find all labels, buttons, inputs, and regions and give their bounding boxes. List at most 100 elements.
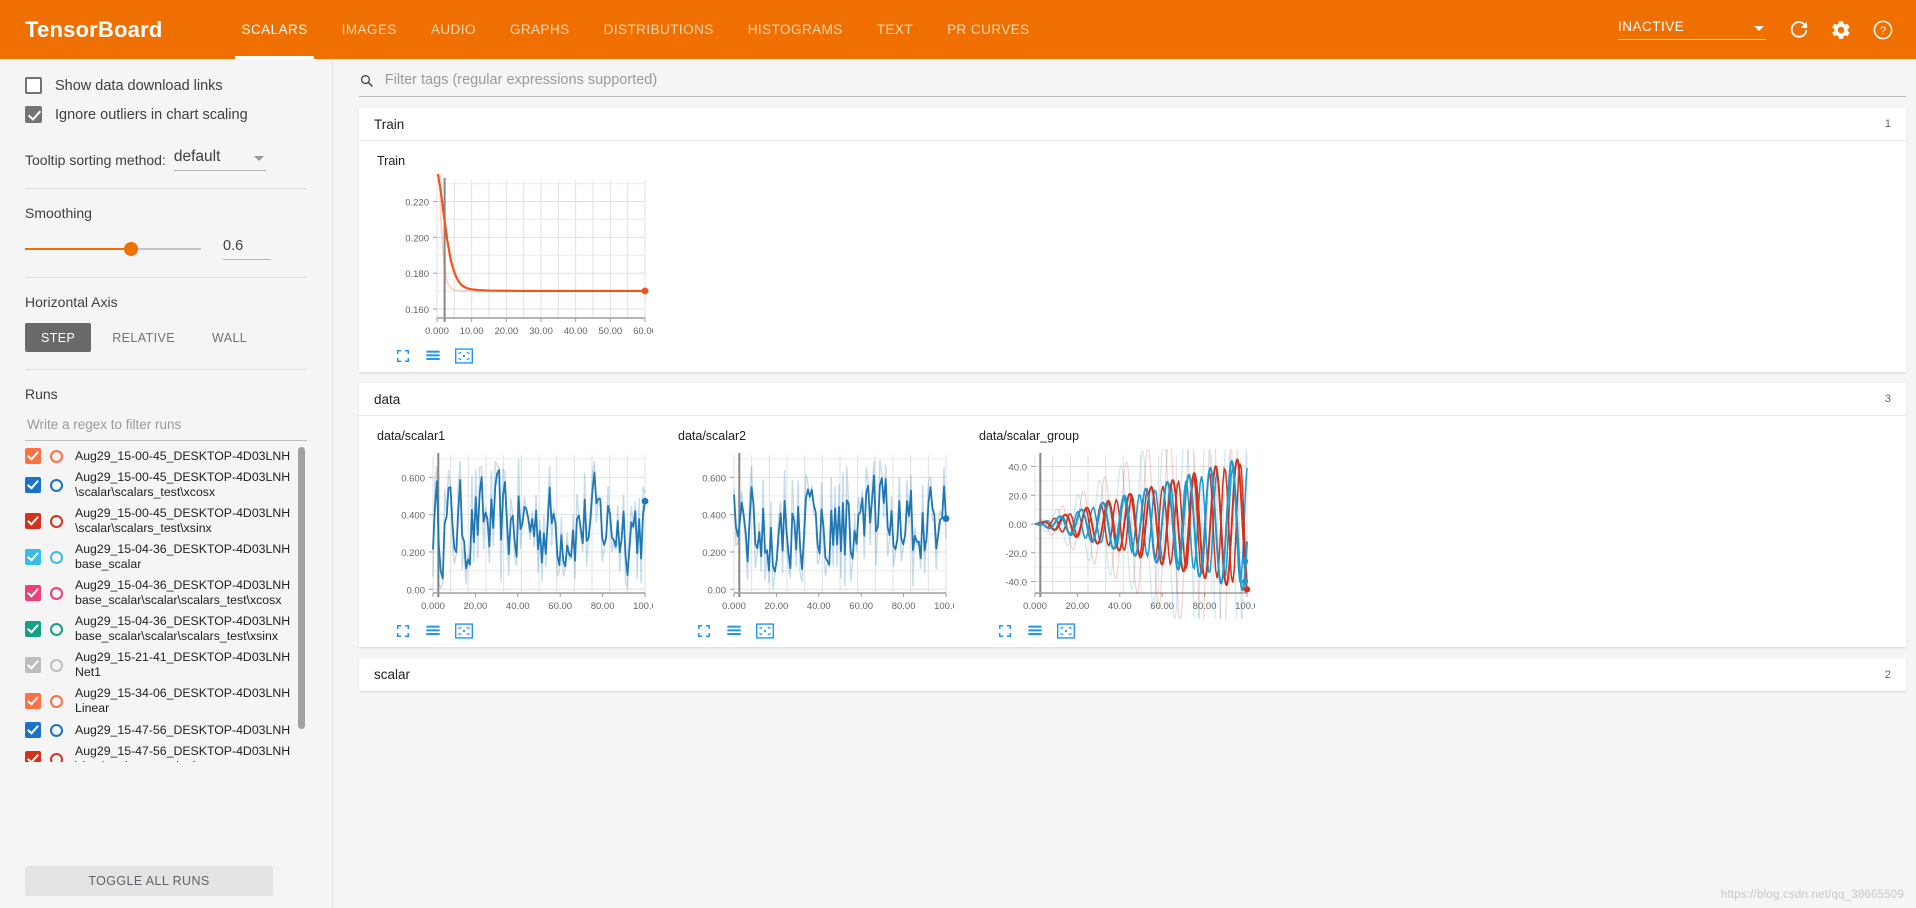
fit-domain-icon[interactable] (455, 623, 473, 639)
run-item[interactable]: Aug29_15-00-45_DESKTOP-4D03LNH\scalar\sc… (25, 467, 293, 503)
ignore-outliers-row[interactable]: Ignore outliers in chart scaling (25, 100, 307, 129)
svg-text:100.0: 100.0 (633, 601, 653, 612)
tab-text[interactable]: TEXT (860, 0, 930, 59)
show-download-links-label: Show data download links (55, 78, 223, 94)
data-series-icon[interactable] (726, 623, 742, 639)
help-button[interactable]: ? (1864, 11, 1902, 49)
run-item[interactable]: Aug29_15-47-56_DESKTOP-4D03LNH (25, 719, 293, 741)
tab-pr-curves[interactable]: PR CURVES (930, 0, 1047, 59)
svg-text:20.00: 20.00 (494, 326, 518, 337)
run-label: Aug29_15-34-06_DESKTOP-4D03LNHLinear (75, 686, 293, 716)
fit-domain-icon[interactable] (756, 623, 774, 639)
reload-button[interactable] (1780, 11, 1818, 49)
chart-title: data/scalar1 (377, 429, 655, 443)
run-checkbox[interactable] (25, 585, 41, 601)
tab-audio[interactable]: AUDIO (414, 0, 493, 59)
show-download-links-row[interactable]: Show data download links (25, 71, 307, 100)
run-item[interactable]: Aug29_15-04-36_DESKTOP-4D03LNHbase_scala… (25, 575, 293, 611)
axis-option-relative[interactable]: RELATIVE (96, 323, 191, 352)
nav-tabs: SCALARS IMAGES AUDIO GRAPHS DISTRIBUTION… (224, 0, 1046, 59)
run-checkbox[interactable] (25, 657, 41, 673)
run-checkbox[interactable] (25, 513, 41, 529)
toggle-all-runs-button[interactable]: TOGGLE ALL RUNS (25, 866, 273, 896)
run-label: Aug29_15-21-41_DESKTOP-4D03LNHNet1 (75, 650, 293, 680)
svg-text:0.600: 0.600 (702, 473, 726, 484)
tab-images[interactable]: IMAGES (325, 0, 414, 59)
fit-domain-icon[interactable] (1057, 623, 1075, 639)
run-checkbox[interactable] (25, 448, 41, 464)
svg-text:0.400: 0.400 (702, 511, 726, 522)
section-title: scalar (374, 667, 410, 682)
runs-filter-input[interactable] (25, 416, 307, 433)
run-item[interactable]: Aug29_15-34-06_DESKTOP-4D03LNHLinear (25, 683, 293, 719)
run-item[interactable]: Aug29_15-00-45_DESKTOP-4D03LNH\scalar\sc… (25, 503, 293, 539)
horizontal-axis-label: Horizontal Axis (25, 294, 307, 310)
expand-icon[interactable] (997, 623, 1013, 639)
tab-histograms[interactable]: HISTOGRAMS (731, 0, 860, 59)
run-checkbox[interactable] (25, 477, 41, 493)
section-header-train[interactable]: Train 1 (359, 108, 1906, 141)
run-item[interactable]: Aug29_15-04-36_DESKTOP-4D03LNHbase_scala… (25, 611, 293, 647)
axis-option-wall[interactable]: WALL (196, 323, 263, 352)
svg-text:?: ? (1880, 25, 1886, 37)
svg-text:40.0: 40.0 (1009, 463, 1028, 474)
svg-text:40.00: 40.00 (506, 601, 530, 612)
data-series-icon[interactable] (1027, 623, 1043, 639)
tag-filter[interactable] (359, 71, 1906, 97)
run-checkbox[interactable] (25, 621, 41, 637)
sidebar: Show data download links Ignore outliers… (0, 59, 333, 908)
smoothing-row: 0.6 (25, 238, 307, 260)
run-item[interactable]: Aug29_15-21-41_DESKTOP-4D03LNHNet1 (25, 647, 293, 683)
runs-filter[interactable] (25, 416, 307, 441)
run-status-dropdown[interactable]: INACTIVE (1618, 19, 1766, 40)
chart-plot-scalar1[interactable]: 0.6000.4000.2000.000.00020.0040.0060.008… (375, 449, 655, 619)
fit-domain-icon[interactable] (455, 348, 473, 364)
expand-icon[interactable] (696, 623, 712, 639)
app-header: TensorBoard SCALARS IMAGES AUDIO GRAPHS … (0, 0, 1916, 59)
run-checkbox[interactable] (25, 693, 41, 709)
expand-icon[interactable] (395, 348, 411, 364)
reload-icon (1788, 19, 1810, 41)
svg-text:100.0: 100.0 (934, 601, 954, 612)
chevron-down-icon (254, 156, 264, 161)
run-color-indicator (50, 551, 63, 564)
svg-text:0.000: 0.000 (1023, 601, 1047, 612)
smoothing-value[interactable]: 0.6 (223, 238, 271, 260)
run-item[interactable]: Aug29_15-47-56_DESKTOP-4D03LNH\data\scal… (25, 741, 293, 762)
chart-plot-scalar2[interactable]: 0.6000.4000.2000.000.00020.0040.0060.008… (676, 449, 956, 619)
data-series-icon[interactable] (425, 623, 441, 639)
svg-text:30.00: 30.00 (529, 326, 553, 337)
section-header-scalar[interactable]: scalar 2 (359, 658, 1906, 691)
divider (25, 188, 307, 189)
svg-text:0.600: 0.600 (401, 473, 425, 484)
settings-button[interactable] (1822, 11, 1860, 49)
expand-icon[interactable] (395, 623, 411, 639)
chart-plot-train[interactable]: 0.2200.2000.1800.1600.00010.0020.0030.00… (375, 174, 655, 344)
tab-scalars[interactable]: SCALARS (224, 0, 324, 59)
run-item[interactable]: Aug29_15-04-36_DESKTOP-4D03LNHbase_scala… (25, 539, 293, 575)
show-download-links-checkbox[interactable] (25, 77, 42, 94)
run-label: Aug29_15-00-45_DESKTOP-4D03LNH (75, 449, 290, 464)
tag-filter-input[interactable] (383, 71, 1906, 89)
tab-distributions[interactable]: DISTRIBUTIONS (587, 0, 731, 59)
run-checkbox[interactable] (25, 751, 41, 762)
section-title: Train (374, 117, 404, 132)
smoothing-slider[interactable] (25, 241, 201, 257)
chart-plot-scalar-group[interactable]: 40.020.00.00-20.0-40.00.00020.0040.0060.… (977, 449, 1257, 619)
run-checkbox[interactable] (25, 722, 41, 738)
section-header-data[interactable]: data 3 (359, 383, 1906, 416)
svg-text:20.00: 20.00 (464, 601, 488, 612)
axis-option-step[interactable]: STEP (25, 323, 91, 352)
tooltip-sorting-dropdown[interactable]: default (174, 148, 266, 171)
slider-knob[interactable] (124, 242, 138, 256)
tooltip-sorting-label: Tooltip sorting method: (25, 152, 166, 171)
run-checkbox[interactable] (25, 549, 41, 565)
ignore-outliers-checkbox[interactable] (25, 106, 42, 123)
tab-graphs[interactable]: GRAPHS (493, 0, 587, 59)
slider-fill (25, 248, 131, 250)
run-item[interactable]: Aug29_15-00-45_DESKTOP-4D03LNH (25, 445, 293, 467)
data-series-icon[interactable] (425, 348, 441, 364)
svg-text:10.00: 10.00 (460, 326, 484, 337)
runs-list[interactable]: Aug29_15-00-45_DESKTOP-4D03LNH Aug29_15-0… (25, 445, 307, 762)
runs-scrollbar[interactable] (298, 447, 305, 729)
